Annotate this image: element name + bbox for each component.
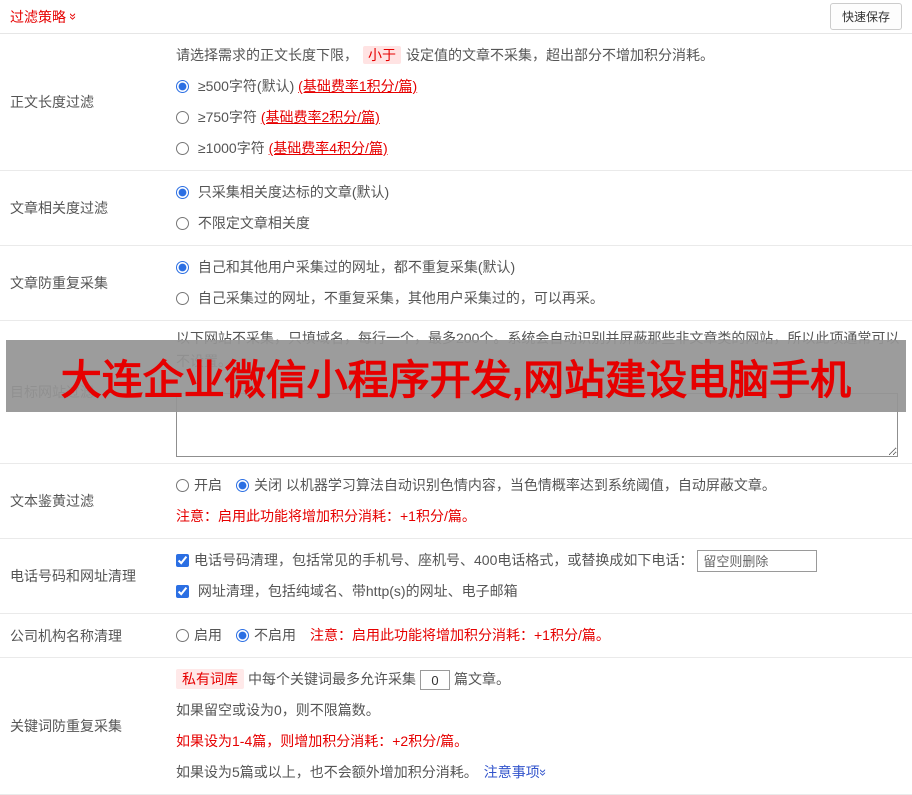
porn-on-label: 开启: [194, 477, 222, 493]
row-phone-url-clean: 电话号码和网址清理 电话号码清理，包括常见的手机号、座机号、400电话格式，或替…: [0, 539, 912, 614]
row-content-length: 正文长度过滤 请选择需求的正文长度下限， 小于 设定值的文章不采集，超出部分不增加积…: [0, 34, 912, 171]
keyword-note-5plus-line: 如果设为5篇或以上，也不会额外增加积分消耗。 注意事项»: [176, 757, 902, 788]
phone-clean-option[interactable]: 电话号码清理，包括常见的手机号、座机号、400电话格式，或替换成如下电话：: [176, 552, 693, 568]
company-off-radio[interactable]: [236, 629, 249, 642]
watermark-text: 大连企业微信小程序开发,网站建设电脑手机: [60, 357, 852, 403]
porn-filter-warning: 注意：启用此功能将增加积分消耗：+1积分/篇。: [176, 508, 476, 524]
dedup-self-label: 自己采集过的网址，不重复采集，其他用户采集过的，可以再采。: [197, 290, 604, 306]
company-on-radio[interactable]: [176, 629, 189, 642]
page-title: 过滤策略: [10, 8, 66, 25]
intro-post: 设定值的文章不采集，超出部分不增加积分消耗。: [406, 47, 714, 63]
relevance-any-label: 不限定文章相关度: [197, 215, 310, 231]
url-clean-checkbox[interactable]: [176, 585, 189, 598]
content-length-options: 请选择需求的正文长度下限， 小于 设定值的文章不采集，超出部分不增加积分消耗。 ≥5…: [176, 34, 912, 170]
url-clean-label: 网址清理，包括纯域名、带http(s)的网址、电子邮箱: [197, 583, 518, 599]
length-500-radio[interactable]: [176, 80, 189, 93]
length-750-radio[interactable]: [176, 111, 189, 124]
length-1000-radio[interactable]: [176, 142, 189, 155]
replacement-phone-input[interactable]: [697, 550, 818, 573]
length-750-option[interactable]: ≥750字符 (基础费率2积分/篇): [176, 102, 902, 133]
company-clean-content: 启用 不启用 注意：启用此功能将增加积分消耗：+1积分/篇。: [176, 614, 912, 657]
row-dedup: 文章防重复采集 自己和其他用户采集过的网址，都不重复采集(默认) 自己采集过的网…: [0, 246, 912, 321]
porn-on-radio[interactable]: [176, 479, 189, 492]
row-company-clean: 公司机构名称清理 启用 不启用 注意：启用此功能将增加积分消耗：+1积分/篇。: [0, 614, 912, 658]
dedup-options: 自己和其他用户采集过的网址，都不重复采集(默认) 自己采集过的网址，不重复采集，…: [176, 246, 912, 320]
length-1000-label: ≥1000字符: [197, 140, 265, 156]
length-1000-option[interactable]: ≥1000字符 (基础费率4积分/篇): [176, 133, 902, 164]
filter-strategy-toggle[interactable]: 过滤策略 »: [10, 7, 82, 27]
row-relevance: 文章相关度过滤 只采集相关度达标的文章(默认) 不限定文章相关度: [0, 171, 912, 246]
dedup-self-radio[interactable]: [176, 292, 189, 305]
row-label-relevance: 文章相关度过滤: [10, 200, 108, 216]
company-on-label: 启用: [194, 627, 222, 643]
keyword-note-zero: 如果留空或设为0，则不限篇数。: [176, 702, 380, 718]
length-1000-fee-note: (基础费率4积分/篇): [268, 140, 388, 156]
relevance-options: 只采集相关度达标的文章(默认) 不限定文章相关度: [176, 171, 912, 245]
keyword-limit-mid: 中每个关键词最多允许采集: [248, 671, 416, 687]
dedup-global-radio[interactable]: [176, 261, 189, 274]
dedup-global-label: 自己和其他用户采集过的网址，都不重复采集(默认): [197, 259, 516, 275]
row-label-porn-filter: 文本鉴黄过滤: [10, 493, 94, 509]
porn-filter-options: 开启 关闭 以机器学习算法自动识别色情内容，当色情概率达到系统阈值，自动屏蔽文章。: [176, 470, 902, 501]
keyword-note-1-4: 如果设为1-4篇，则增加积分消耗：+2积分/篇。: [176, 733, 469, 749]
keyword-limit-line: 私有词库中每个关键词最多允许采集 篇文章。: [176, 664, 902, 695]
porn-on-option[interactable]: 开启: [176, 477, 222, 493]
length-500-fee-note: (基础费率1积分/篇): [298, 78, 418, 94]
row-porn-filter: 文本鉴黄过滤 开启 关闭 以机器学习算法自动识别色情内容，当色情概率达到系统阈值，…: [0, 464, 912, 539]
dedup-global-option[interactable]: 自己和其他用户采集过的网址，都不重复采集(默认): [176, 252, 902, 283]
topbar: 过滤策略 » 快速保存: [0, 0, 912, 34]
dedup-self-option[interactable]: 自己采集过的网址，不重复采集，其他用户采集过的，可以再采。: [176, 283, 902, 314]
chevron-down-icon: »: [535, 768, 551, 777]
watermark-banner: 大连企业微信小程序开发,网站建设电脑手机: [6, 340, 906, 412]
row-keyword-dedup: 关键词防重复采集 私有词库中每个关键词最多允许采集 篇文章。 如果留空或设为0，则…: [0, 658, 912, 795]
relevance-any-radio[interactable]: [176, 217, 189, 230]
row-label-company-clean: 公司机构名称清理: [10, 627, 122, 644]
phone-url-clean-content: 电话号码清理，包括常见的手机号、座机号、400电话格式，或替换成如下电话： 网址…: [176, 539, 912, 613]
company-clean-line: 启用 不启用 注意：启用此功能将增加积分消耗：+1积分/篇。: [176, 620, 902, 651]
private-lexicon-badge: 私有词库: [176, 669, 244, 689]
less-than-highlight: 小于: [363, 46, 401, 64]
length-500-label: ≥500字符(默认): [197, 78, 295, 94]
quick-save-button[interactable]: 快速保存: [829, 3, 902, 30]
row-label-dedup: 文章防重复采集: [10, 275, 108, 291]
row-label-content-length: 正文长度过滤: [10, 94, 94, 110]
keyword-limit-end: 篇文章。: [454, 671, 510, 687]
company-off-option[interactable]: 不启用: [236, 627, 296, 643]
phone-clean-line: 电话号码清理，包括常见的手机号、座机号、400电话格式，或替换成如下电话：: [176, 545, 902, 576]
notice-link[interactable]: 注意事项: [484, 764, 540, 780]
relevance-strict-option[interactable]: 只采集相关度达标的文章(默认): [176, 177, 902, 208]
row-label-phone-url-clean: 电话号码和网址清理: [10, 568, 136, 584]
relevance-strict-radio[interactable]: [176, 186, 189, 199]
porn-off-option[interactable]: 关闭: [236, 477, 282, 493]
company-on-option[interactable]: 启用: [176, 627, 222, 643]
porn-filter-desc: 以机器学习算法自动识别色情内容，当色情概率达到系统阈值，自动屏蔽文章。: [285, 477, 776, 493]
phone-clean-checkbox[interactable]: [176, 554, 189, 567]
phone-clean-label: 电话号码清理，包括常见的手机号、座机号、400电话格式，或替换成如下电话：: [194, 552, 694, 568]
content-length-intro: 请选择需求的正文长度下限， 小于 设定值的文章不采集，超出部分不增加积分消耗。: [176, 40, 902, 71]
row-label-keyword-dedup: 关键词防重复采集: [10, 718, 122, 734]
porn-off-label: 关闭: [254, 477, 282, 493]
intro-pre: 请选择需求的正文长度下限，: [176, 47, 358, 63]
porn-filter-content: 开启 关闭 以机器学习算法自动识别色情内容，当色情概率达到系统阈值，自动屏蔽文章。…: [176, 464, 912, 538]
length-750-fee-note: (基础费率2积分/篇): [260, 109, 380, 125]
relevance-any-option[interactable]: 不限定文章相关度: [176, 208, 902, 239]
length-500-option[interactable]: ≥500字符(默认) (基础费率1积分/篇): [176, 71, 902, 102]
company-clean-warning: 注意：启用此功能将增加积分消耗：+1积分/篇。: [310, 627, 610, 643]
keyword-dedup-content: 私有词库中每个关键词最多允许采集 篇文章。 如果留空或设为0，则不限篇数。 如果设…: [176, 658, 912, 794]
url-clean-option[interactable]: 网址清理，包括纯域名、带http(s)的网址、电子邮箱: [176, 576, 902, 607]
keyword-note-5plus: 如果设为5篇或以上，也不会额外增加积分消耗。: [176, 764, 478, 780]
relevance-strict-label: 只采集相关度达标的文章(默认): [197, 184, 390, 200]
porn-off-radio[interactable]: [236, 479, 249, 492]
max-articles-input[interactable]: [420, 670, 450, 691]
company-off-label: 不启用: [254, 627, 296, 643]
chevron-down-icon: »: [66, 12, 82, 21]
length-750-label: ≥750字符: [197, 109, 257, 125]
